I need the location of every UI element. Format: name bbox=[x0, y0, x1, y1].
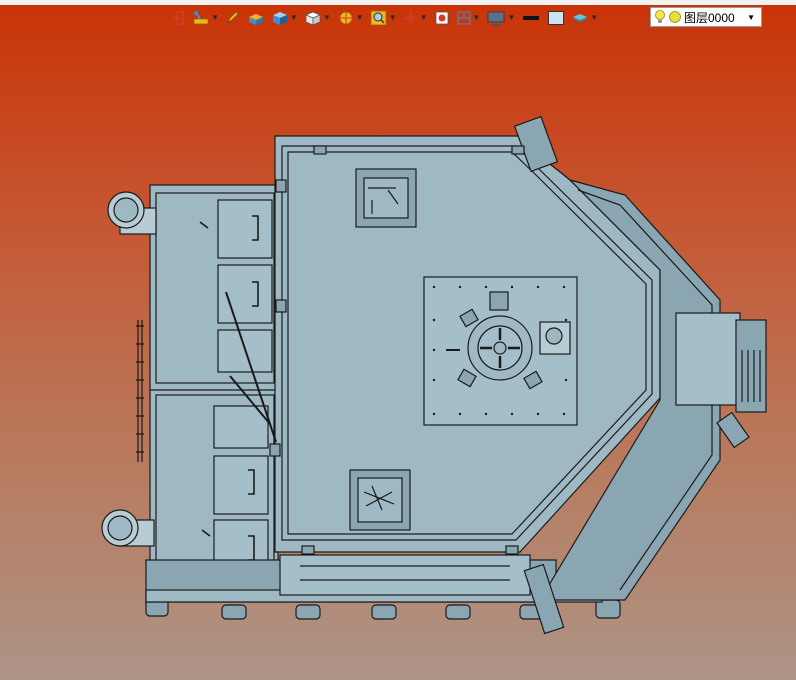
cad-model[interactable] bbox=[0, 0, 796, 680]
outlet-box bbox=[675, 312, 741, 406]
left-rails bbox=[136, 320, 144, 462]
motors bbox=[101, 191, 157, 547]
